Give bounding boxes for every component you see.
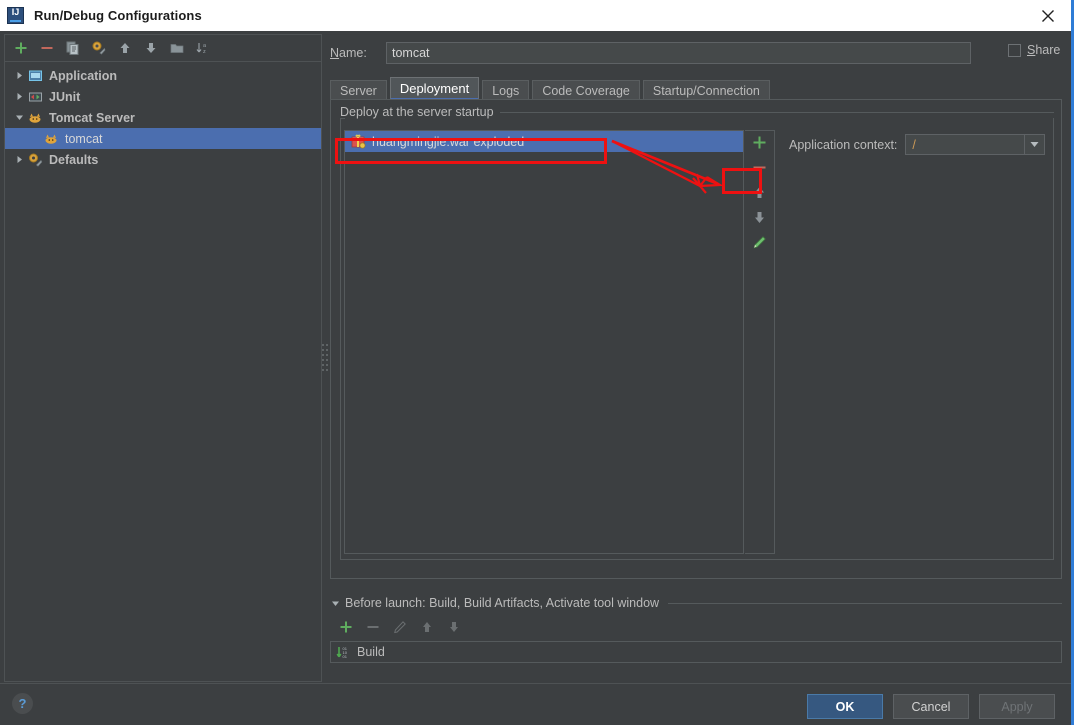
close-icon[interactable] bbox=[1031, 2, 1065, 29]
tree-item-defaults[interactable]: Defaults bbox=[5, 149, 321, 170]
move-artifact-up-button[interactable] bbox=[749, 184, 771, 201]
chevron-right-icon[interactable] bbox=[11, 71, 27, 80]
name-label: Name: bbox=[330, 46, 386, 60]
chevron-down-icon[interactable] bbox=[11, 113, 27, 122]
tree-item-application[interactable]: Application bbox=[5, 65, 321, 86]
tab-logs[interactable]: Logs bbox=[482, 80, 530, 100]
tab-code-coverage[interactable]: Code Coverage bbox=[532, 80, 640, 100]
chevron-right-icon[interactable] bbox=[11, 92, 27, 101]
artifact-icon bbox=[350, 134, 366, 150]
panel-splitter-handle[interactable] bbox=[322, 344, 328, 380]
copy-configuration-button[interactable] bbox=[65, 40, 81, 56]
legend-rule bbox=[499, 111, 1054, 113]
before-launch-section: Before launch: Build, Build Artifacts, A… bbox=[330, 595, 1062, 663]
tree-item-tomcat[interactable]: tomcat bbox=[5, 128, 321, 149]
deploy-at-startup-legend: Deploy at the server startup bbox=[340, 105, 1054, 119]
artifact-label: huangmingjie:war exploded bbox=[372, 134, 525, 149]
deploy-at-startup-title: Deploy at the server startup bbox=[340, 105, 500, 119]
tree-item-label: JUnit bbox=[49, 89, 81, 104]
gear-wrench-icon bbox=[27, 152, 44, 168]
move-down-button[interactable] bbox=[143, 40, 159, 56]
edit-task-button bbox=[392, 619, 408, 635]
svg-text:01: 01 bbox=[342, 654, 347, 659]
configurations-tree[interactable]: Application JUnit Tomcat Server tomcat D… bbox=[5, 62, 321, 170]
tree-item-label: Defaults bbox=[49, 152, 99, 167]
share-label: Share bbox=[1027, 43, 1060, 57]
tree-item-label: Tomcat Server bbox=[49, 110, 135, 125]
configurations-toolbar: a z bbox=[5, 35, 321, 62]
application-context-row: Application context: / bbox=[789, 134, 1046, 155]
remove-task-button bbox=[365, 619, 381, 635]
add-task-button[interactable] bbox=[338, 619, 354, 635]
remove-configuration-button[interactable] bbox=[39, 40, 55, 56]
share-checkbox-group[interactable]: Share bbox=[1008, 43, 1060, 57]
run-debug-configurations-dialog: Run/Debug Configurations bbox=[0, 0, 1074, 725]
before-launch-toolbar bbox=[330, 617, 1062, 637]
deploy-at-startup-group: Deploy at the server startup huangmingji… bbox=[340, 105, 1054, 560]
tree-item-junit[interactable]: JUnit bbox=[5, 86, 321, 107]
chevron-right-icon[interactable] bbox=[11, 155, 27, 164]
tomcat-icon bbox=[27, 110, 44, 126]
compile-icon: 01 10 01 bbox=[335, 644, 351, 660]
application-context-label: Application context: bbox=[789, 137, 898, 152]
application-context-combo[interactable]: / bbox=[905, 134, 1046, 155]
section-rule bbox=[668, 602, 1062, 604]
edit-artifact-button[interactable] bbox=[749, 234, 771, 251]
tab-startup-connection[interactable]: Startup/Connection bbox=[642, 80, 770, 100]
artifacts-list[interactable]: huangmingjie:war exploded bbox=[344, 130, 744, 554]
application-icon bbox=[27, 68, 44, 84]
share-checkbox[interactable] bbox=[1008, 43, 1021, 57]
help-button[interactable]: ? bbox=[12, 693, 33, 714]
tree-item-label: tomcat bbox=[65, 131, 103, 146]
before-launch-header[interactable]: Before launch: Build, Build Artifacts, A… bbox=[330, 595, 1062, 611]
ok-button[interactable]: OK bbox=[807, 694, 883, 719]
tab-bar[interactable]: Server Deployment Logs Code Coverage Sta… bbox=[330, 77, 1070, 100]
apply-button: Apply bbox=[979, 694, 1055, 719]
configuration-editor: Name: Share Server Deployment Logs Code … bbox=[330, 34, 1070, 663]
move-task-up-button bbox=[419, 619, 435, 635]
chevron-down-icon[interactable] bbox=[330, 599, 340, 608]
share-label-rest: hare bbox=[1035, 43, 1061, 57]
tab-server[interactable]: Server bbox=[330, 80, 387, 100]
add-artifact-button[interactable] bbox=[749, 134, 771, 151]
tab-deployment[interactable]: Deployment bbox=[389, 77, 480, 100]
remove-artifact-button[interactable] bbox=[749, 159, 771, 176]
junit-icon bbox=[27, 89, 44, 105]
sort-alpha-icon[interactable]: a z bbox=[195, 40, 211, 56]
configurations-panel: a z Application JUnit Tomcat Server tomc… bbox=[4, 34, 322, 682]
dialog-buttons: OK Cancel Apply bbox=[807, 694, 1055, 719]
tree-item-label: Application bbox=[49, 68, 118, 83]
footer-separator bbox=[0, 683, 1071, 684]
svg-text:z: z bbox=[203, 49, 206, 55]
tree-item-tomcat-server[interactable]: Tomcat Server bbox=[5, 107, 321, 128]
tomcat-icon bbox=[43, 131, 60, 147]
name-label-rest: ame: bbox=[339, 46, 367, 60]
folder-icon[interactable] bbox=[169, 40, 185, 56]
window-title: Run/Debug Configurations bbox=[34, 8, 202, 23]
before-launch-title: Before launch: Build, Build Artifacts, A… bbox=[345, 596, 660, 610]
list-item[interactable]: huangmingjie:war exploded bbox=[345, 131, 743, 152]
name-label-mnemonic: N bbox=[330, 46, 340, 60]
before-launch-task-list[interactable]: 01 10 01 Build bbox=[330, 641, 1062, 663]
cancel-button[interactable]: Cancel bbox=[893, 694, 969, 719]
add-configuration-button[interactable] bbox=[13, 40, 29, 56]
move-artifact-down-button[interactable] bbox=[749, 209, 771, 226]
title-bar: Run/Debug Configurations bbox=[0, 0, 1071, 31]
before-launch-task-label: Build bbox=[357, 645, 385, 659]
gear-wrench-icon[interactable] bbox=[91, 40, 107, 56]
deployment-tab-panel: Deploy at the server startup huangmingji… bbox=[330, 99, 1062, 579]
move-task-down-button bbox=[446, 619, 462, 635]
deploy-at-startup-body: huangmingjie:war exploded Application co… bbox=[340, 118, 1054, 560]
name-input[interactable] bbox=[386, 42, 971, 64]
move-up-button[interactable] bbox=[117, 40, 133, 56]
artifacts-list-toolbar bbox=[745, 130, 775, 554]
intellij-idea-logo-icon bbox=[7, 7, 24, 24]
application-context-value: / bbox=[912, 137, 916, 152]
chevron-down-icon[interactable] bbox=[1024, 135, 1045, 154]
name-row: Name: Share bbox=[330, 42, 1070, 64]
